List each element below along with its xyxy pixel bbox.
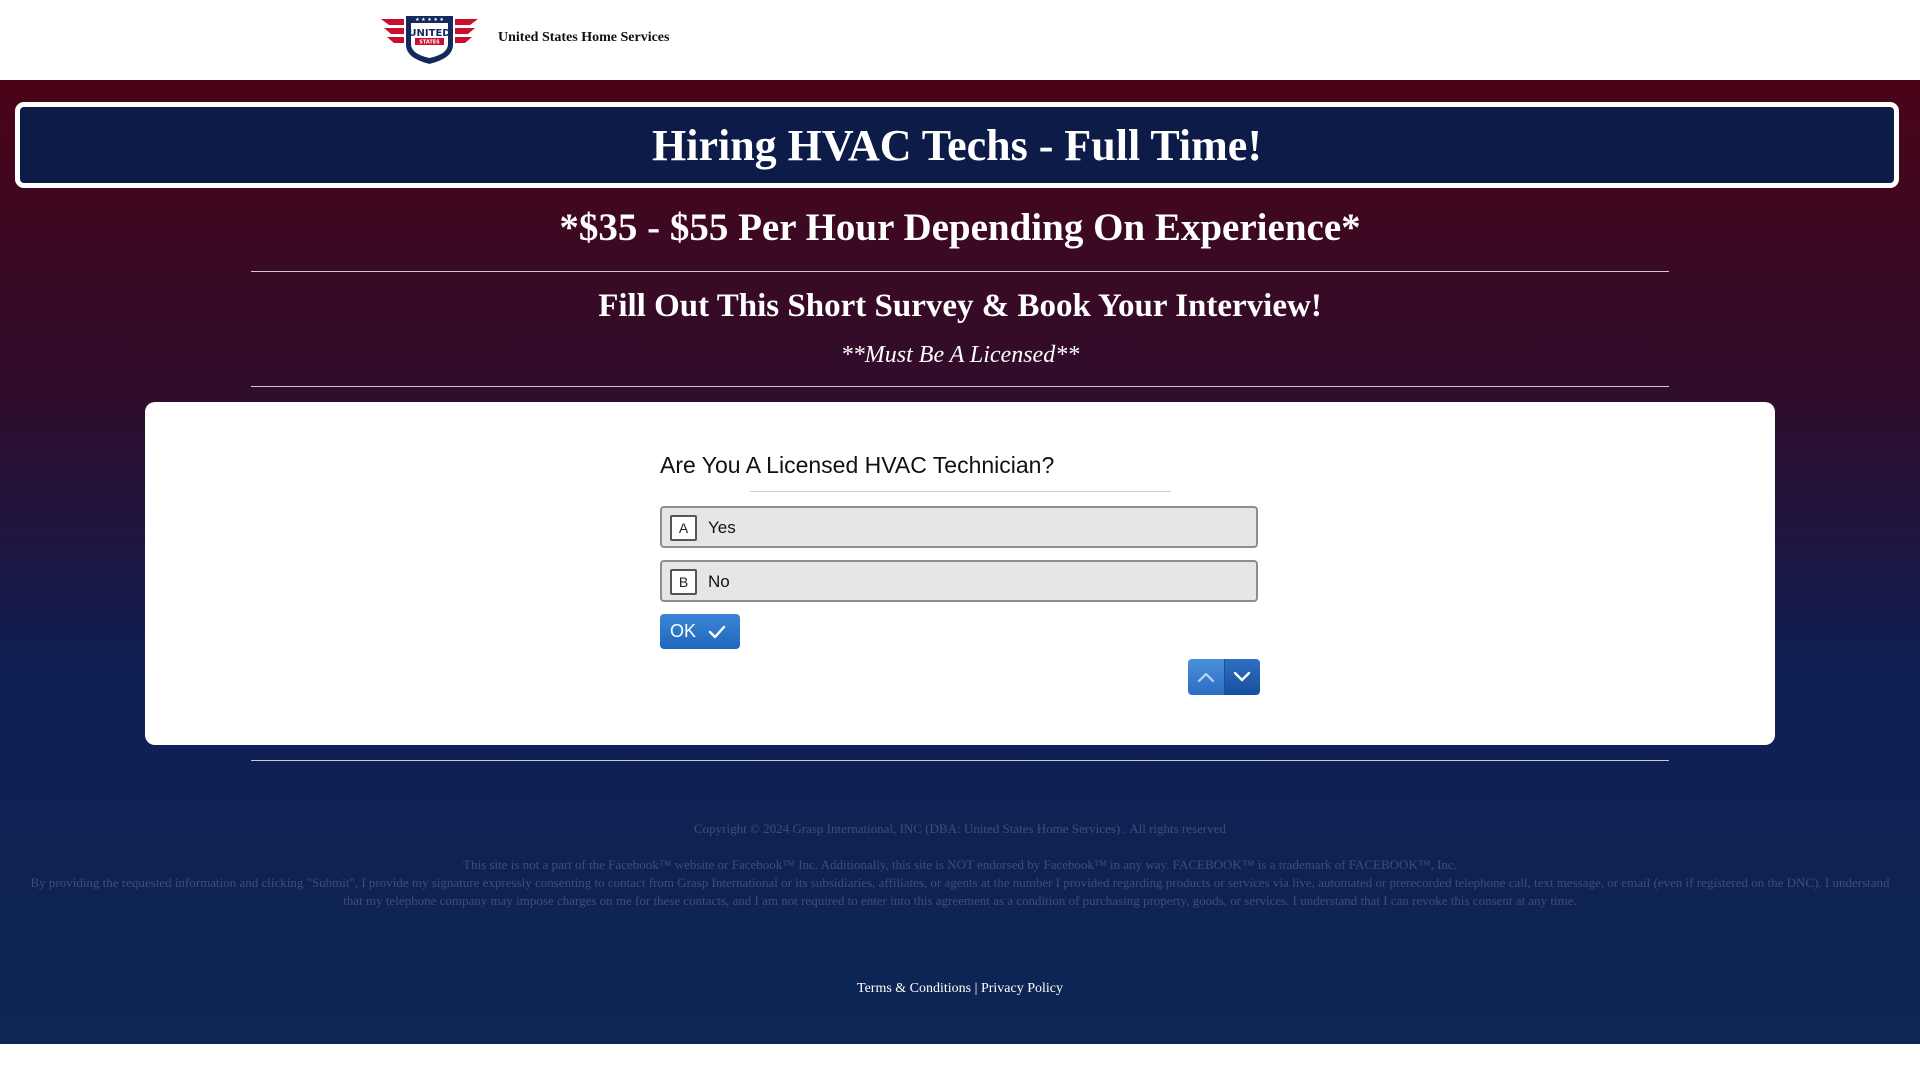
survey-cta: Fill Out This Short Survey & Book Your I… (598, 288, 1322, 324)
copyright-text: Copyright © 2024 Grasp International, IN… (694, 821, 1226, 836)
question-underline (750, 491, 1171, 492)
divider (251, 386, 1669, 387)
next-question-button[interactable] (1224, 659, 1260, 695)
pay-range: *$35 - $55 Per Hour Depending On Experie… (559, 206, 1361, 249)
question-navigation (1188, 659, 1260, 695)
footer-links: Terms & Conditions | Privacy Policy (0, 981, 1920, 997)
ok-button[interactable]: OK (660, 614, 740, 649)
license-requirement: **Must Be A Licensed** (840, 342, 1080, 368)
option-no[interactable]: B No (660, 560, 1258, 602)
brand-name: United States Home Services (498, 30, 670, 45)
svg-text:UNITED: UNITED (408, 28, 450, 39)
consent-text: By providing the requested information a… (30, 875, 1890, 908)
privacy-link[interactable]: Privacy Policy (981, 981, 1063, 996)
option-label: Yes (708, 518, 736, 537)
survey-question: Are You A Licensed HVAC Technician? (660, 452, 1055, 478)
previous-question-button[interactable] (1188, 659, 1225, 695)
chevron-up-icon (1197, 672, 1214, 683)
page-title: Hiring HVAC Techs - Full Time! (652, 120, 1262, 170)
option-label: No (708, 572, 730, 591)
check-icon (708, 625, 726, 638)
divider (251, 271, 1669, 272)
brand-logo: ★ ★ ★ ★ ★ UNITED STATES (381, 14, 478, 66)
svg-text:★ ★ ★ ★ ★: ★ ★ ★ ★ ★ (415, 17, 444, 23)
hero-title-box: Hiring HVAC Techs - Full Time! (15, 102, 1899, 188)
hero-section: Hiring HVAC Techs - Full Time! *$35 - $5… (0, 80, 1920, 1044)
option-key: B (670, 569, 697, 595)
option-key: A (670, 515, 697, 541)
divider (251, 760, 1669, 761)
facebook-disclaimer: This site is not a part of the Facebook™… (463, 857, 1457, 872)
chevron-down-icon (1234, 671, 1251, 682)
terms-link[interactable]: Terms & Conditions (857, 981, 971, 996)
survey-card: Are You A Licensed HVAC Technician? A Ye… (145, 402, 1775, 745)
svg-text:STATES: STATES (419, 40, 440, 46)
site-header: ★ ★ ★ ★ ★ UNITED STATES United States Ho… (0, 0, 1920, 80)
option-yes[interactable]: A Yes (660, 506, 1258, 548)
ok-label: OK (670, 621, 697, 641)
link-separator: | (974, 981, 978, 996)
